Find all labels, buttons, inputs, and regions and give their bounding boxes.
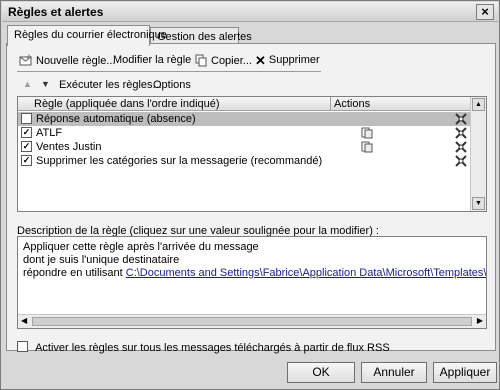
description-scrollbar[interactable]: ◀ ▶ bbox=[18, 314, 486, 328]
options-button[interactable]: Options bbox=[153, 79, 191, 91]
rules-list-header: Règle (appliquée dans l'ordre indiqué) A… bbox=[18, 97, 471, 111]
rule-checkbox[interactable]: ✓ bbox=[21, 127, 32, 138]
rule-name: Ventes Justin bbox=[36, 141, 102, 153]
rules-alerts-dialog: Règles et alertes × Règles du courrier é… bbox=[0, 0, 500, 390]
rule-checkbox[interactable]: ✓ bbox=[21, 155, 32, 166]
title-bar: Règles et alertes × bbox=[2, 2, 498, 22]
rule-row[interactable]: Réponse automatique (absence) bbox=[18, 112, 471, 126]
rule-action-icon bbox=[455, 113, 467, 125]
description-line: Appliquer cette règle après l'arrivée du… bbox=[23, 241, 259, 253]
rules-list-scrollbar[interactable]: ▲ ▼ bbox=[470, 97, 486, 211]
ok-button[interactable]: OK bbox=[287, 362, 355, 383]
tab-email-rules[interactable]: Règles du courrier électronique bbox=[7, 25, 167, 46]
new-rule-label: Nouvelle règle... bbox=[36, 54, 116, 67]
delete-rule-label: Supprimer bbox=[268, 54, 320, 66]
rule-row[interactable]: ✓ ATLF bbox=[18, 126, 471, 140]
move-to-folder-icon bbox=[361, 141, 373, 153]
move-down-arrow-icon: ▼ bbox=[41, 79, 50, 89]
rule-action-icon bbox=[455, 155, 467, 167]
move-up-button[interactable]: ▲ bbox=[23, 79, 32, 89]
run-rules-button[interactable]: Exécuter les règles... bbox=[59, 79, 162, 91]
close-button[interactable]: × bbox=[476, 4, 494, 20]
modify-rule-button[interactable]: Modifier la règle ▼ bbox=[113, 54, 201, 66]
rule-action-icon bbox=[455, 127, 467, 139]
rule-row[interactable]: ✓ Supprimer les catégories sur la messag… bbox=[18, 154, 471, 168]
cancel-button[interactable]: Annuler bbox=[361, 362, 427, 383]
scroll-down-icon[interactable]: ▼ bbox=[472, 197, 485, 210]
scrollbar-thumb[interactable] bbox=[32, 317, 472, 326]
copy-rule-button[interactable]: Copier... bbox=[195, 54, 252, 67]
toolbar-separator bbox=[17, 71, 321, 72]
run-rules-label: Exécuter les règles... bbox=[59, 79, 162, 91]
move-down-button[interactable]: ▼ bbox=[41, 79, 50, 89]
copy-icon bbox=[195, 54, 207, 67]
move-to-folder-icon bbox=[361, 127, 373, 139]
description-line: dont je suis l'unique destinataire bbox=[23, 254, 180, 266]
rule-name: Réponse automatique (absence) bbox=[36, 113, 196, 125]
column-header-actions[interactable]: Actions bbox=[330, 97, 370, 110]
apply-button[interactable]: Appliquer bbox=[433, 362, 497, 383]
scroll-up-icon[interactable]: ▲ bbox=[472, 98, 485, 111]
delete-x-icon: ✕ bbox=[255, 52, 266, 68]
scroll-right-icon[interactable]: ▶ bbox=[477, 316, 483, 325]
rss-rules-option[interactable]: Activer les règles sur tous les messages… bbox=[17, 340, 390, 354]
template-path-link[interactable]: C:\Documents and Settings\Fabrice\Applic… bbox=[126, 267, 486, 279]
rule-checkbox[interactable] bbox=[21, 113, 32, 124]
rule-checkbox[interactable]: ✓ bbox=[21, 141, 32, 152]
new-rule-icon bbox=[19, 54, 32, 66]
new-rule-button[interactable]: Nouvelle règle... bbox=[19, 54, 116, 67]
rule-row[interactable]: ✓ Ventes Justin bbox=[18, 140, 471, 154]
rss-rules-label: Activer les règles sur tous les messages… bbox=[35, 342, 390, 354]
delete-rule-button[interactable]: ✕ Supprimer bbox=[255, 52, 320, 68]
description-text: répondre en utilisant bbox=[23, 267, 123, 279]
move-up-arrow-icon: ▲ bbox=[23, 79, 32, 89]
rule-description-box: Appliquer cette règle après l'arrivée du… bbox=[17, 236, 487, 329]
options-label: Options bbox=[153, 79, 191, 91]
window-title: Règles et alertes bbox=[8, 5, 104, 19]
rule-action-icon bbox=[455, 141, 467, 153]
copy-rule-label: Copier... bbox=[211, 54, 252, 67]
modify-rule-label: Modifier la règle bbox=[113, 54, 192, 66]
rule-name: Supprimer les catégories sur la messager… bbox=[36, 155, 323, 167]
description-line: répondre en utilisant C:\Documents and S… bbox=[23, 267, 486, 279]
rules-list: Règle (appliquée dans l'ordre indiqué) A… bbox=[17, 96, 487, 212]
rule-name: ATLF bbox=[36, 127, 63, 139]
column-header-rule[interactable]: Règle (appliquée dans l'ordre indiqué) bbox=[34, 98, 220, 110]
rss-rules-checkbox[interactable] bbox=[17, 341, 28, 352]
scroll-left-icon[interactable]: ◀ bbox=[21, 316, 27, 325]
